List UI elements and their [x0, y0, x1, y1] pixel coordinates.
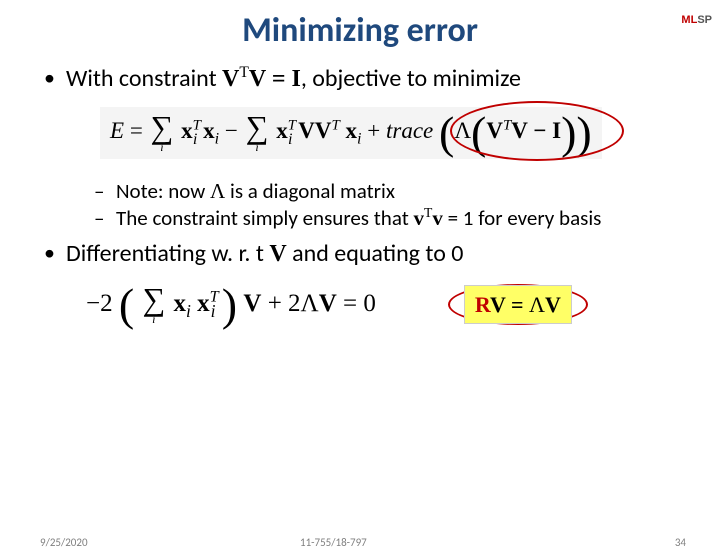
content-area: With constraint VTV = I, objective to mi…: [0, 65, 720, 333]
equation-objective: E = ∑i xTi xi − ∑i xTi VVT xi + trace (Λ…: [100, 107, 602, 158]
note-constraint: The constraint simply ensures that vTv =…: [94, 206, 680, 231]
logo-ml: ML: [681, 14, 697, 26]
bullet-constraint: With constraint VTV = I, objective to mi…: [40, 65, 680, 230]
logo: MLSP: [681, 14, 712, 30]
footer-course: 11-755/18-797: [300, 536, 367, 549]
result-box: RV = ΛV: [464, 285, 572, 324]
footer-date: 9/25/2020: [40, 536, 88, 549]
bullet-differentiating: Differentiating w. r. t V and equating t…: [40, 240, 680, 268]
slide-title: Minimizing error: [0, 10, 720, 51]
note-diagonal: Note: now Λ is a diagonal matrix: [94, 179, 680, 204]
logo-sp: SP: [697, 14, 712, 26]
equation-derivative: −2 ( ∑i xi xTi ) V + 2ΛV = 0: [74, 277, 388, 333]
footer-page: 34: [675, 536, 686, 549]
highlight-oval-2: RV = ΛV: [448, 284, 588, 325]
